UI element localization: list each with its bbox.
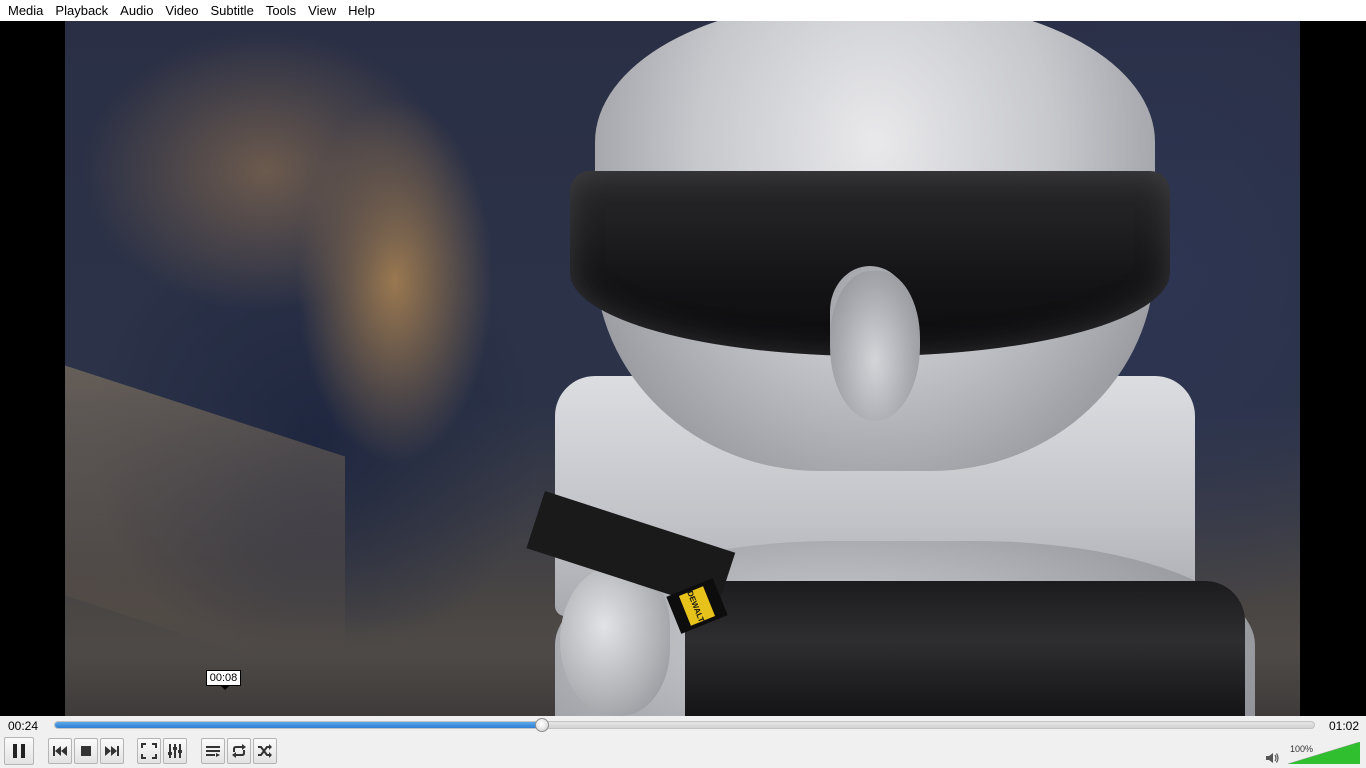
equalizer-sliders-icon	[168, 744, 182, 758]
fullscreen-icon	[141, 743, 157, 759]
safety-glasses-lower	[685, 581, 1245, 716]
volume-slider[interactable]	[1288, 742, 1360, 764]
stop-button[interactable]	[74, 738, 98, 764]
previous-button[interactable]	[48, 738, 72, 764]
menu-help[interactable]: Help	[342, 0, 381, 21]
seek-progress-fill	[55, 722, 543, 728]
video-frame[interactable]: DEWALT	[65, 21, 1300, 716]
stop-icon	[81, 746, 91, 756]
seek-slider[interactable]	[54, 718, 1315, 732]
control-bar	[0, 736, 1366, 768]
seek-row: 00:24 01:02	[0, 716, 1366, 736]
video-display[interactable]: DEWALT	[0, 21, 1366, 716]
loop-button[interactable]	[227, 738, 251, 764]
fullscreen-button[interactable]	[137, 738, 161, 764]
menu-view[interactable]: View	[302, 0, 342, 21]
skip-next-icon	[105, 746, 119, 756]
menu-subtitle[interactable]: Subtitle	[204, 0, 259, 21]
skip-previous-icon	[53, 746, 67, 756]
seek-handle[interactable]	[535, 718, 550, 732]
menu-audio[interactable]: Audio	[114, 0, 159, 21]
playlist-icon	[206, 746, 220, 757]
shuffle-icon	[258, 744, 272, 758]
menu-video[interactable]: Video	[159, 0, 204, 21]
elapsed-time[interactable]: 00:24	[8, 719, 38, 733]
shuffle-button[interactable]	[253, 738, 277, 764]
menu-playback[interactable]: Playback	[49, 0, 114, 21]
menu-bar: Media Playback Audio Video Subtitle Tool…	[0, 0, 1366, 21]
extended-settings-button[interactable]	[163, 738, 187, 764]
seek-time-tooltip: 00:08	[206, 670, 241, 690]
loop-icon	[232, 744, 246, 758]
mannequin-nose	[830, 271, 920, 421]
next-button[interactable]	[100, 738, 124, 764]
playlist-button[interactable]	[201, 738, 225, 764]
menu-media[interactable]: Media	[0, 0, 49, 21]
speaker-icon[interactable]	[1265, 752, 1279, 767]
pause-button[interactable]	[4, 737, 34, 765]
pause-icon	[13, 744, 25, 758]
menu-tools[interactable]: Tools	[260, 0, 302, 21]
total-time[interactable]: 01:02	[1329, 719, 1359, 733]
